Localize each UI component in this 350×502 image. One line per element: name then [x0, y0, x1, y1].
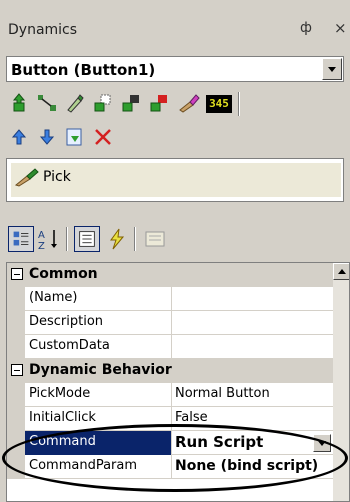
category-label: Common	[29, 266, 98, 282]
column-divider	[171, 407, 172, 431]
dynamics-list: Pick	[6, 158, 344, 202]
property-name: (Name)	[29, 290, 78, 305]
object-selector-value: Button (Button1)	[11, 61, 156, 79]
categorized-icon[interactable]	[8, 226, 34, 252]
collapse-icon[interactable]	[11, 268, 23, 280]
move-icon[interactable]	[120, 92, 142, 114]
property-row-name[interactable]: (Name)	[7, 287, 333, 311]
edit-icon[interactable]	[64, 92, 86, 114]
paste-icon[interactable]	[64, 126, 86, 148]
property-grid-toolbar: A Z	[6, 222, 344, 256]
row-gutter	[7, 311, 25, 335]
move-up-icon[interactable]	[8, 126, 30, 148]
close-icon[interactable]: ×	[334, 19, 347, 37]
connect-icon[interactable]	[36, 92, 58, 114]
object-selector-dropdown-button[interactable]	[322, 58, 342, 80]
property-name: PickMode	[29, 386, 91, 401]
property-name: InitialClick	[29, 410, 96, 425]
dynamics-panel: Dynamics ф × Button (Button1) 345 Pick A…	[0, 0, 350, 502]
property-name: Description	[29, 314, 104, 329]
events-icon[interactable]	[104, 226, 130, 252]
row-gutter	[7, 407, 25, 431]
chevron-down-icon	[318, 441, 326, 446]
category-dynamic-behavior[interactable]: Dynamic Behavior	[7, 359, 333, 383]
property-value[interactable]: False	[175, 410, 331, 425]
toolbar-separator	[134, 227, 136, 251]
alphabetical-icon[interactable]: A Z	[36, 226, 62, 252]
category-label: Dynamic Behavior	[29, 362, 172, 378]
row-gutter	[7, 383, 25, 407]
svg-text:Z: Z	[38, 241, 45, 252]
row-gutter	[7, 287, 25, 311]
counter-icon[interactable]: 345	[206, 95, 232, 113]
column-divider	[171, 287, 172, 311]
collapse-icon[interactable]	[11, 364, 23, 376]
property-grid: Common (Name) Description CustomData Dyn…	[6, 262, 350, 502]
property-name: CustomData	[29, 338, 110, 353]
column-divider	[171, 335, 172, 359]
column-divider	[171, 431, 172, 455]
property-name: Command	[29, 434, 96, 449]
properties-icon[interactable]	[74, 226, 100, 252]
property-row-pickmode[interactable]: PickMode Normal Button	[7, 383, 333, 407]
move-down-icon[interactable]	[36, 126, 58, 148]
chevron-up-icon	[338, 269, 346, 274]
category-common[interactable]: Common	[7, 263, 333, 287]
delete-icon[interactable]	[92, 126, 114, 148]
scroll-up-button[interactable]	[333, 263, 349, 280]
dynamics-list-item-label: Pick	[43, 169, 71, 185]
toolbar-separator	[238, 92, 240, 116]
object-selector[interactable]: Button (Button1)	[6, 56, 344, 82]
property-value[interactable]: Normal Button	[175, 386, 331, 401]
column-divider	[171, 455, 172, 479]
column-divider	[171, 311, 172, 335]
toolbar-separator	[66, 227, 68, 251]
property-pages-icon[interactable]	[142, 226, 168, 252]
svg-text:A: A	[38, 230, 45, 241]
command-value[interactable]: Run Script	[175, 433, 331, 451]
property-name: CommandParam	[29, 458, 138, 473]
property-row-command[interactable]: Command Run Script	[7, 431, 333, 455]
dynamics-toolbar: 345	[6, 88, 344, 118]
property-row-customdata[interactable]: CustomData	[7, 335, 333, 359]
row-gutter	[7, 335, 25, 359]
title-bar: Dynamics ф ×	[0, 0, 350, 56]
row-gutter	[7, 431, 25, 455]
property-value[interactable]: None (bind script)	[175, 458, 331, 474]
pin-icon[interactable]: ф	[300, 20, 312, 36]
delete-dynamic-icon[interactable]	[148, 92, 170, 114]
row-gutter	[7, 455, 25, 479]
pick-icon[interactable]	[178, 92, 200, 114]
order-toolbar	[6, 122, 206, 152]
property-row-description[interactable]: Description	[7, 311, 333, 335]
chevron-down-icon	[328, 67, 336, 72]
add-dynamic-icon[interactable]	[8, 92, 30, 114]
property-row-commandparam[interactable]: CommandParam None (bind script)	[7, 455, 333, 479]
pick-icon	[15, 168, 39, 187]
dynamics-list-item-pick[interactable]: Pick	[11, 163, 341, 197]
copy-icon[interactable]	[92, 92, 114, 114]
vertical-scrollbar[interactable]	[333, 263, 349, 501]
panel-title: Dynamics	[8, 22, 78, 38]
command-dropdown-button[interactable]	[313, 434, 331, 452]
property-row-initialclick[interactable]: InitialClick False	[7, 407, 333, 431]
column-divider	[171, 383, 172, 407]
